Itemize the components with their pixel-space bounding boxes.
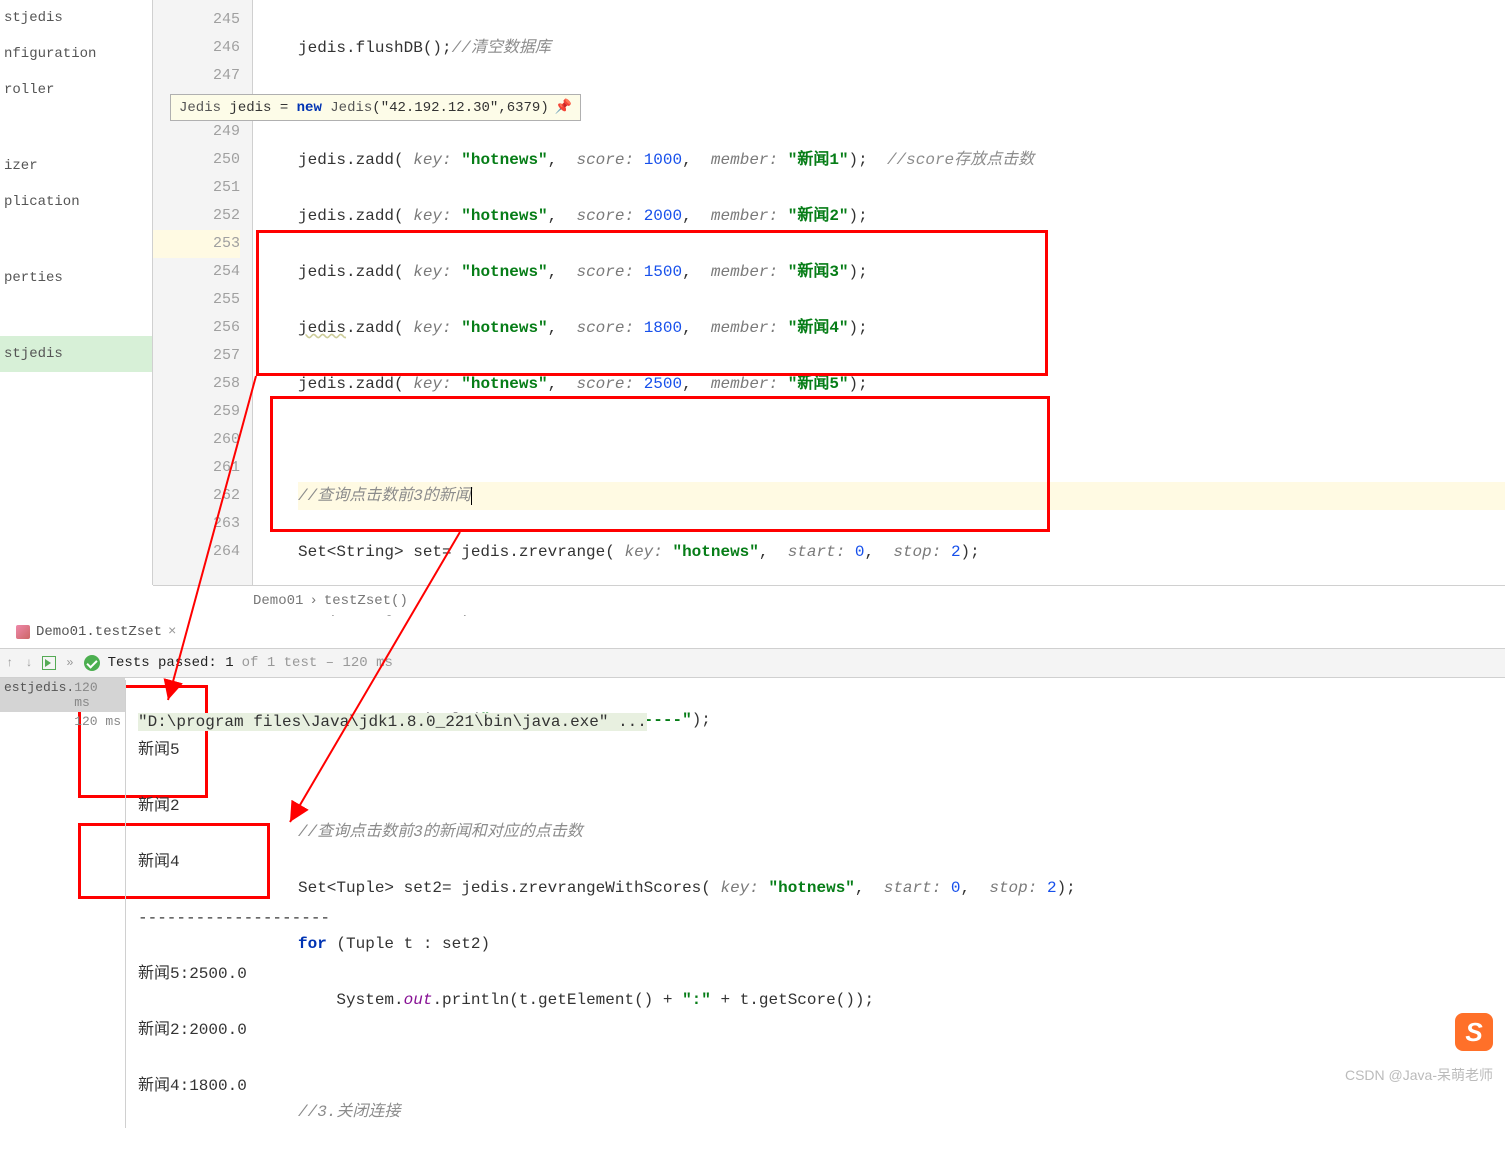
line-gutter: 245 246 247 248 249 250 251 252 253 254 … <box>153 0 253 585</box>
watermark: CSDN @Java-呆萌老师 <box>1345 1065 1493 1085</box>
sidebar-item[interactable]: nfiguration <box>0 36 152 72</box>
sidebar-item[interactable]: stjedis <box>0 0 152 36</box>
rerun-icon[interactable] <box>42 656 56 670</box>
quick-doc-tooltip: Jedis jedis = new Jedis("42.192.12.30",6… <box>170 94 581 121</box>
close-icon[interactable]: × <box>168 624 176 640</box>
breadcrumb-item[interactable]: Demo01 <box>253 593 303 609</box>
history-fwd-icon[interactable]: ↓ <box>23 656 34 670</box>
sidebar-item[interactable]: plication <box>0 184 152 220</box>
console-line: 新闻5 <box>138 736 1505 764</box>
line-num: 260 <box>153 426 240 454</box>
chevron-right-icon: › <box>309 593 317 609</box>
tests-summary: of 1 test – 120 ms <box>242 655 393 671</box>
history-back-icon[interactable]: ↑ <box>4 656 15 670</box>
console-line: 新闻4:1800.0 <box>138 1072 1505 1100</box>
sogou-ime-icon[interactable]: S <box>1455 1013 1493 1051</box>
line-num: 250 <box>153 146 240 174</box>
test-toolbar: ↑ ↓ » Tests passed: 1 of 1 test – 120 ms <box>0 648 1505 678</box>
line-num: 251 <box>153 174 240 202</box>
tests-passed-label: Tests passed: 1 <box>108 655 234 671</box>
breadcrumb-item[interactable]: testZset() <box>324 593 408 609</box>
line-num: 245 <box>153 6 240 34</box>
line-num: 258 <box>153 370 240 398</box>
test-row[interactable]: 120 ms <box>0 712 125 731</box>
line-num: 257 <box>153 342 240 370</box>
line-num: 261 <box>153 454 240 482</box>
pin-icon[interactable]: 📌 <box>555 99 572 116</box>
code: jedis.flushDB(); <box>298 39 452 57</box>
sidebar-item[interactable]: izer <box>0 148 152 184</box>
text-caret <box>471 487 472 505</box>
test-tree[interactable]: estjedis.120 ms 120 ms <box>0 678 125 731</box>
run-config-icon <box>16 625 30 639</box>
console-output[interactable]: "D:\program files\Java\jdk1.8.0_221\bin\… <box>125 680 1505 1128</box>
line-num: 252 <box>153 202 240 230</box>
console-line: 新闻2:2000.0 <box>138 1016 1505 1044</box>
line-num: 254 <box>153 258 240 286</box>
sidebar-item[interactable]: perties <box>0 260 152 296</box>
line-num: 259 <box>153 398 240 426</box>
line-num: 246 <box>153 34 240 62</box>
project-sidebar: stjedis nfiguration roller izer plicatio… <box>0 0 153 585</box>
console-line: -------------------- <box>138 904 1505 932</box>
line-num: 256 <box>153 314 240 342</box>
line-num: 255 <box>153 286 240 314</box>
console-line: 新闻5:2500.0 <box>138 960 1505 988</box>
console-line: 新闻4 <box>138 848 1505 876</box>
line-num: 249 <box>153 118 240 146</box>
pass-icon <box>84 655 100 671</box>
test-row[interactable]: estjedis.120 ms <box>0 678 125 712</box>
sidebar-item-selected[interactable]: stjedis <box>0 336 152 372</box>
run-tab[interactable]: Demo01.testZset × <box>0 618 176 646</box>
sidebar-item[interactable]: roller <box>0 72 152 108</box>
line-num: 263 <box>153 510 240 538</box>
line-num: 264 <box>153 538 240 566</box>
comment: //查询点击数前3的新闻 <box>298 487 471 505</box>
line-num: 262 <box>153 482 240 510</box>
code-editor[interactable]: jedis.flushDB();//清空数据库 //2.操作 jedis.zad… <box>253 0 1505 585</box>
run-tab-label: Demo01.testZset <box>36 624 162 640</box>
breadcrumb: Demo01 › testZset() <box>153 585 1505 615</box>
console-command: "D:\program files\Java\jdk1.8.0_221\bin\… <box>138 713 647 731</box>
console-line: 新闻2 <box>138 792 1505 820</box>
line-num: 247 <box>153 62 240 90</box>
line-num-current: 253 <box>153 230 240 258</box>
more-icon[interactable]: » <box>64 656 75 670</box>
